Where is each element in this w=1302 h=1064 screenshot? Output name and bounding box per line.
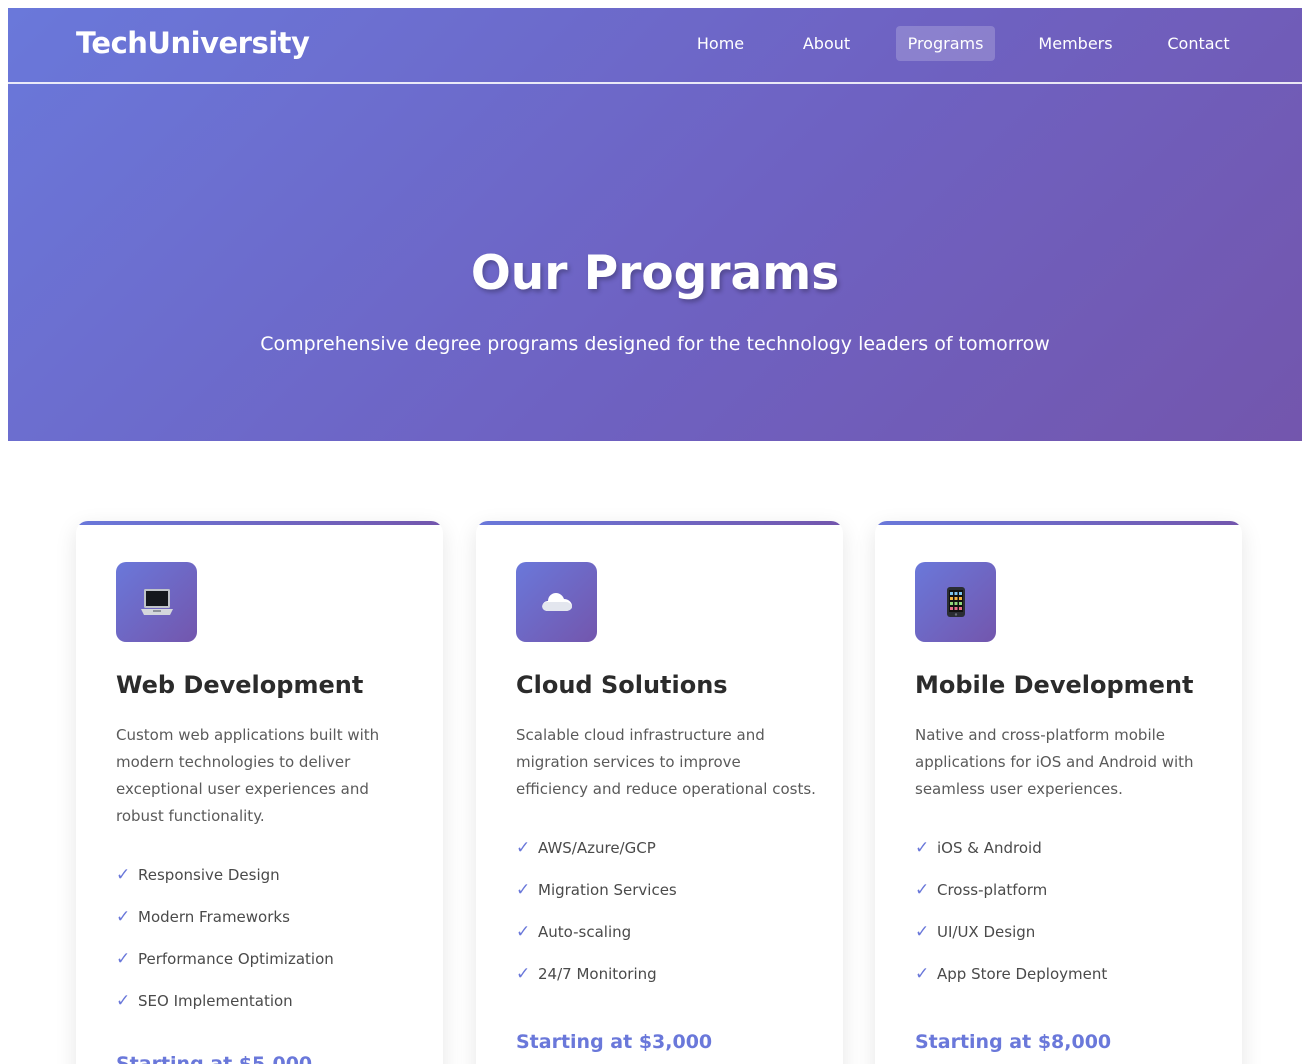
feature-item: ✓ Migration Services [516,869,677,911]
feature-item: ✓ Modern Frameworks [116,896,334,938]
check-icon: ✓ [915,880,930,900]
feature-item: ✓ Performance Optimization [116,938,334,980]
feature-label: Performance Optimization [138,950,334,968]
card-price: Starting at $5,000 [116,1053,313,1064]
card-price: Starting at $8,000 [915,1031,1112,1053]
page-title: Our Programs [470,246,840,301]
feature-list: ✓ iOS & Android ✓ Cross-platform ✓ UI/UX De… [915,827,1107,995]
feature-item: ✓ AWS/Azure/GCP [516,827,677,869]
nav-programs[interactable]: Programs [896,26,995,61]
card-accent-bar [76,521,443,525]
feature-item: ✓ iOS & Android [915,827,1107,869]
feature-label: Modern Frameworks [138,908,290,926]
feature-label: iOS & Android [937,839,1042,857]
check-icon: ✓ [116,949,131,969]
nav-members[interactable]: Members [1026,26,1125,61]
card-price: Starting at $3,000 [516,1031,713,1053]
feature-label: Responsive Design [138,866,280,884]
card-title: Cloud Solutions [516,671,728,699]
card-accent-bar [476,521,843,525]
check-icon: ✓ [116,907,131,927]
mobile-phone-icon [946,587,965,617]
card-title: Mobile Development [915,671,1194,699]
navbar: TechUniversity Home About Programs Membe… [8,8,1302,84]
feature-label: UI/UX Design [937,923,1036,941]
feature-item: ✓ Responsive Design [116,854,334,896]
feature-label: SEO Implementation [138,992,293,1010]
check-icon: ✓ [516,880,531,900]
brand-logo[interactable]: TechUniversity [76,26,310,60]
feature-item: ✓ Auto-scaling [516,911,677,953]
card-icon-box [116,562,197,642]
feature-list: ✓ Responsive Design ✓ Modern Frameworks ✓ P… [116,854,334,1022]
nav-about[interactable]: About [789,26,864,61]
page-subtitle: Comprehensive degree programs designed f… [260,333,1050,355]
feature-item: ✓ SEO Implementation [116,980,334,1022]
feature-label: Auto-scaling [538,923,632,941]
feature-label: AWS/Azure/GCP [538,839,656,857]
feature-item: ✓ UI/UX Design [915,911,1107,953]
feature-item: ✓ Cross-platform [915,869,1107,911]
program-card-mobile-development: Mobile Development Native and cross-plat… [875,521,1242,1064]
feature-label: App Store Deployment [937,965,1108,983]
card-accent-bar [875,521,1242,525]
card-description: Native and cross-platform mobile applica… [915,726,1194,798]
card-description: Scalable cloud infrastructure and migrat… [516,726,816,798]
feature-item: ✓ 24/7 Monitoring [516,953,677,995]
check-icon: ✓ [116,865,131,885]
feature-label: Cross-platform [937,881,1048,899]
nav-home[interactable]: Home [683,26,758,61]
check-icon: ✓ [516,922,531,942]
card-icon-box [516,562,597,642]
page: TechUniversity Home About Programs Membe… [0,0,1302,1064]
check-icon: ✓ [516,838,531,858]
feature-list: ✓ AWS/Azure/GCP ✓ Migration Services ✓ Auto… [516,827,677,995]
feature-label: 24/7 Monitoring [538,965,657,983]
nav-contact[interactable]: Contact [1155,26,1242,61]
card-icon-box [915,562,996,642]
card-description: Custom web applications built with moder… [116,726,380,825]
check-icon: ✓ [516,964,531,984]
check-icon: ✓ [915,838,930,858]
card-title: Web Development [116,671,364,699]
feature-label: Migration Services [538,881,677,899]
laptop-icon [140,589,173,615]
check-icon: ✓ [116,991,131,1011]
check-icon: ✓ [915,922,930,942]
hero-section: TechUniversity Home About Programs Membe… [8,8,1302,441]
feature-item: ✓ App Store Deployment [915,953,1107,995]
program-card-web-development: Web Development Custom web applications … [76,521,443,1064]
program-card-cloud-solutions: Cloud Solutions Scalable cloud infrastru… [476,521,843,1064]
cloud-icon [541,593,572,611]
check-icon: ✓ [915,964,930,984]
